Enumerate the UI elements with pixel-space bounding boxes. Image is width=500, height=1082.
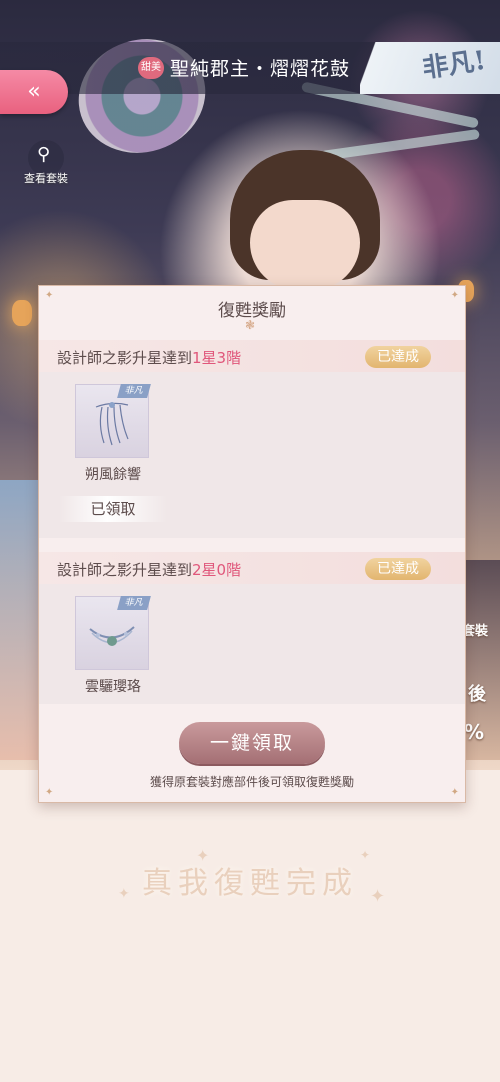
search-icon: ⚲ xyxy=(37,144,51,165)
reward-condition-header: 設計師之影升星達到1星3階 已達成 xyxy=(39,340,465,372)
condition-prefix: 設計師之影升星達到 xyxy=(57,561,193,579)
reward-item-card[interactable]: 非凡 xyxy=(75,384,151,458)
view-suit-label: 查看套裝 xyxy=(24,172,68,185)
reward-item-card[interactable]: 非凡 xyxy=(75,596,151,670)
character-face xyxy=(250,200,360,290)
claim-hint: 獲得原套裝對應部件後可領取復甦獎勵 xyxy=(149,775,354,789)
achieved-badge: 已達成 xyxy=(365,346,431,368)
flower-icon: ❃ xyxy=(245,318,256,332)
double-chevron-left-icon: « xyxy=(27,79,41,104)
ribbon-decoration xyxy=(320,128,480,162)
reward-tag: 非凡 xyxy=(117,596,151,610)
revival-reward-panel: ✦ ✦ ✦ ✦ 復甦獎勵 ❃ 設計師之影升星達到1星3階 已達成 非凡 朔風餘響… xyxy=(38,285,466,803)
right-edge-text: 後 xyxy=(468,684,486,705)
view-suit-button[interactable]: ⚲ 查看套裝 xyxy=(20,140,72,186)
condition-prefix: 設計師之影升星達到 xyxy=(57,349,193,367)
condition-level: 2星0階 xyxy=(192,561,242,579)
reward-row: 非凡 雲驪瓔珞 xyxy=(39,584,465,704)
reward-row: 非凡 朔風餘響 已領取 xyxy=(39,372,465,538)
reward-item-name: 雲驪瓔珞 xyxy=(85,679,141,695)
condition-text: 設計師之影升星達到1星3階 xyxy=(57,347,241,368)
back-button[interactable]: « xyxy=(0,70,68,114)
right-edge-text: % xyxy=(464,720,485,744)
achieved-badge: 已達成 xyxy=(365,558,431,580)
condition-level: 1星3階 xyxy=(192,349,242,367)
reward-item-name: 朔風餘響 xyxy=(85,467,141,483)
claim-all-button[interactable]: 一鍵領取 xyxy=(179,722,325,764)
left-card-illustration xyxy=(0,480,40,760)
rarity-badge: 甜美 xyxy=(138,57,164,79)
condition-text: 設計師之影升星達到2星0階 xyxy=(57,559,241,580)
revival-complete-title: 真我復甦完成 xyxy=(142,866,358,901)
lantern-icon xyxy=(12,300,32,326)
reward-tag: 非凡 xyxy=(117,384,151,398)
suit-title: 聖純郡主・熠熠花鼓 xyxy=(170,58,351,80)
claimed-status: 已領取 xyxy=(59,496,167,522)
reward-condition-header: 設計師之影升星達到2星0階 已達成 xyxy=(39,552,465,584)
